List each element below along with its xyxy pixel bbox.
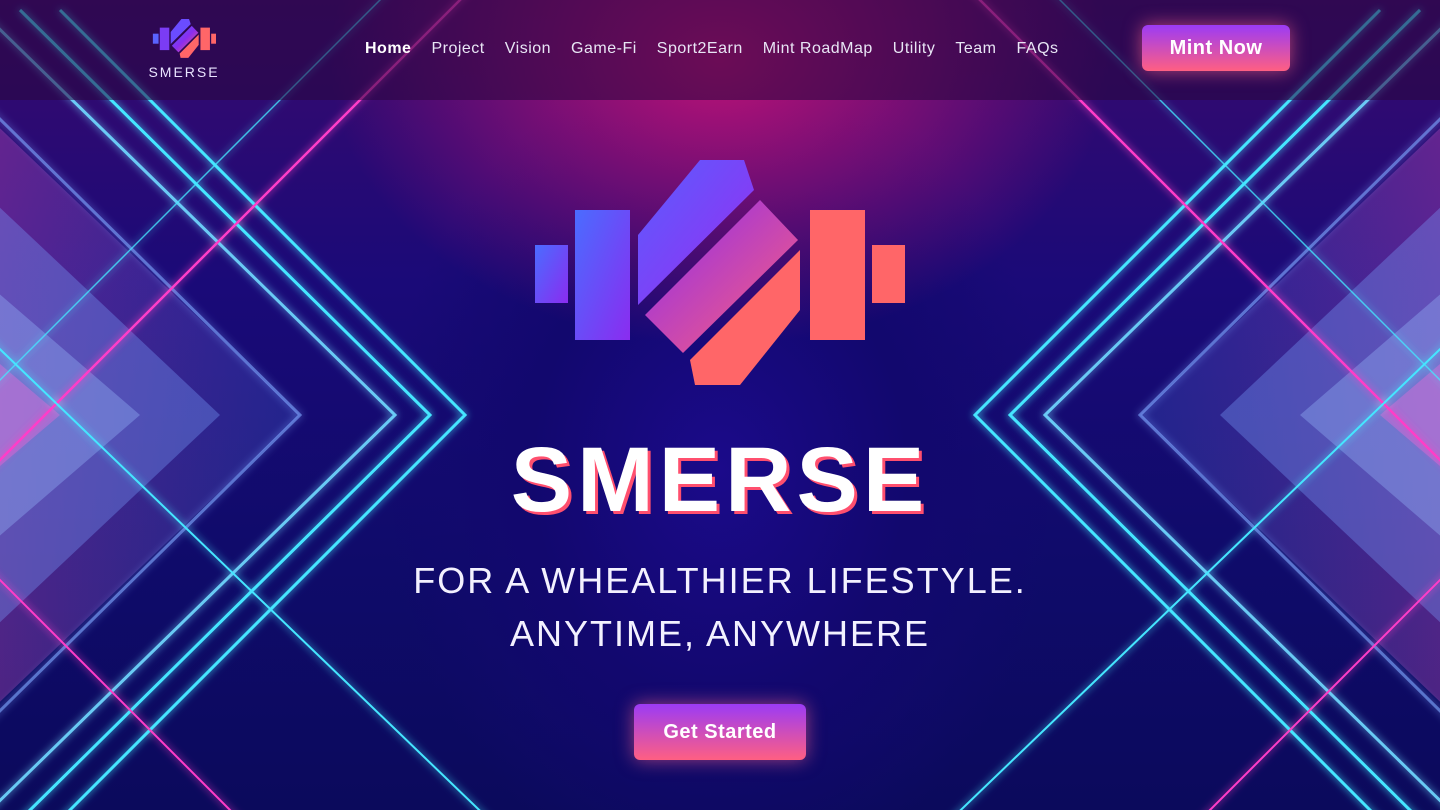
nav-item-sport2earn[interactable]: Sport2Earn — [657, 40, 743, 58]
nav-item-project[interactable]: Project — [431, 40, 484, 58]
hero-title: SMERSE — [510, 429, 930, 531]
hero-dumbbell-logo-icon — [535, 160, 905, 385]
neon-background — [0, 0, 1440, 810]
top-navbar: SMERSE Home Project Vision Game-Fi Sport… — [0, 0, 1440, 100]
nav-item-home[interactable]: Home — [365, 40, 411, 58]
hero-tagline-line2: ANYTIME, ANYWHERE — [509, 613, 931, 654]
nav-item-utility[interactable]: Utility — [893, 40, 936, 58]
nav-item-mint-roadmap[interactable]: Mint RoadMap — [763, 40, 873, 58]
dumbbell-octagon-logo-icon — [152, 18, 216, 58]
get-started-button[interactable]: Get Started — [634, 704, 806, 760]
nav-item-team[interactable]: Team — [955, 40, 996, 58]
nav-item-vision[interactable]: Vision — [505, 40, 551, 58]
hero-tagline-line1: FOR A WHEALTHIER LIFESTYLE. — [413, 560, 1027, 601]
hero-section: SMERSE Home Project Vision Game-Fi Sport… — [0, 0, 1440, 810]
mint-now-button[interactable]: Mint Now — [1142, 25, 1290, 71]
nav-item-game-fi[interactable]: Game-Fi — [571, 40, 637, 58]
main-nav: Home Project Vision Game-Fi Sport2Earn M… — [365, 40, 1059, 58]
brand-name: SMERSE — [148, 64, 220, 80]
nav-item-faqs[interactable]: FAQs — [1017, 40, 1059, 58]
brand-logo-link[interactable]: SMERSE — [148, 18, 220, 80]
